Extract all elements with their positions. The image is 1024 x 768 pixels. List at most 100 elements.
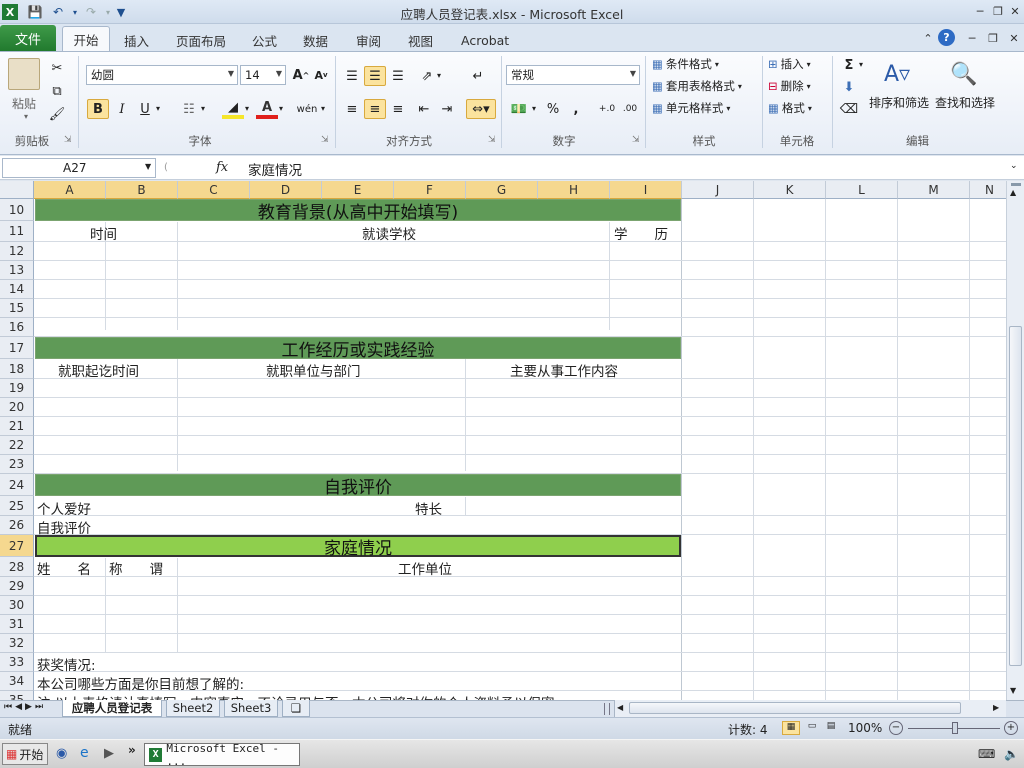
tab-review[interactable]: 审阅 xyxy=(350,29,387,51)
row-header[interactable]: 31 xyxy=(0,615,34,634)
formula-input[interactable]: 家庭情况 xyxy=(248,159,302,179)
volume-tray-icon[interactable]: 🔈 xyxy=(1004,747,1019,761)
formula-bar-collapse-icon[interactable]: ( xyxy=(164,162,168,173)
fill-color-dropdown-icon[interactable]: ▾ xyxy=(245,104,249,113)
copy-icon[interactable]: ⧉ xyxy=(46,81,68,101)
row-header[interactable]: 13 xyxy=(0,261,34,280)
vertical-scrollbar[interactable]: ▲ ▼ xyxy=(1006,181,1024,700)
start-button[interactable]: ▦ 开始 xyxy=(2,743,48,765)
normal-view-icon[interactable]: ▦ xyxy=(782,721,800,735)
tab-insert[interactable]: 插入 xyxy=(118,29,155,51)
align-top-icon[interactable]: ☰ xyxy=(341,66,363,86)
cell-work-content[interactable]: 主要从事工作内容 xyxy=(510,360,618,380)
column-header[interactable]: L xyxy=(826,181,898,199)
borders-dropdown-icon[interactable]: ▾ xyxy=(201,104,205,113)
delete-cells-button[interactable]: ⊟ 删除 ▾ xyxy=(768,76,811,96)
row-header[interactable]: 35 xyxy=(0,691,34,700)
merge-center-icon[interactable]: ⇔▾ xyxy=(466,99,496,119)
tab-formulas[interactable]: 公式 xyxy=(246,29,283,51)
row-header[interactable]: 29 xyxy=(0,577,34,596)
ie-icon[interactable]: e xyxy=(80,745,89,761)
decrease-decimal-icon[interactable]: .00 xyxy=(619,99,641,119)
alignment-launcher-icon[interactable]: ⇲ xyxy=(488,135,496,145)
underline-button[interactable]: U xyxy=(134,99,156,119)
insert-cells-button[interactable]: ⊞ 插入 ▾ xyxy=(768,54,811,74)
orientation-icon[interactable]: ⇗ xyxy=(416,66,438,86)
sort-filter-icon[interactable]: A▿ xyxy=(880,58,914,90)
sort-filter-button[interactable]: 排序和筛选 xyxy=(869,94,929,111)
tab-data[interactable]: 数据 xyxy=(297,29,334,51)
conditional-format-button[interactable]: ▦ 条件格式 ▾ xyxy=(652,54,719,74)
section-header-work[interactable]: 工作经历或实践经验 xyxy=(35,337,681,361)
cell-specialty[interactable]: 特长 xyxy=(415,498,442,518)
cell-time[interactable]: 时间 xyxy=(90,223,117,243)
cell-note[interactable]: 注:以上表格请认真填写，内容真实，不论录用与否，本公司将对你的个人资料予以保密 xyxy=(37,692,555,700)
row-header[interactable]: 12 xyxy=(0,242,34,261)
row-header[interactable]: 24 xyxy=(0,474,34,496)
cut-icon[interactable]: ✂ xyxy=(46,58,68,78)
vertical-scroll-thumb[interactable] xyxy=(1009,326,1022,666)
row-header[interactable]: 17 xyxy=(0,337,34,359)
align-middle-icon[interactable]: ☰ xyxy=(364,66,386,86)
column-header[interactable]: B xyxy=(106,181,178,199)
shrink-font-icon[interactable]: Av xyxy=(310,65,332,85)
column-header[interactable]: F xyxy=(394,181,466,199)
paste-button[interactable]: 粘贴 xyxy=(12,95,36,112)
accounting-dropdown-icon[interactable]: ▾ xyxy=(532,104,536,113)
row-header[interactable]: 26 xyxy=(0,516,34,535)
name-box-dropdown-icon[interactable]: ▼ xyxy=(145,162,151,171)
tab-view[interactable]: 视图 xyxy=(402,29,439,51)
cell-title[interactable]: 称 谓 xyxy=(109,558,163,578)
sheet-tab-active[interactable]: 应聘人员登记表 xyxy=(62,700,162,717)
zoom-in-icon[interactable]: + xyxy=(1004,721,1018,735)
column-header[interactable]: D xyxy=(250,181,322,199)
font-size-select[interactable]: 14 ▼ xyxy=(240,65,286,85)
clipboard-launcher-icon[interactable]: ⇲ xyxy=(64,135,72,145)
row-header[interactable]: 23 xyxy=(0,455,34,474)
cell-questions[interactable]: 本公司哪些方面是你目前想了解的: xyxy=(37,673,244,693)
row-header[interactable]: 19 xyxy=(0,379,34,398)
name-box[interactable]: A27 xyxy=(2,158,156,178)
number-launcher-icon[interactable]: ⇲ xyxy=(632,135,640,145)
wrap-text-icon[interactable]: ↵ xyxy=(467,66,489,86)
autosum-button[interactable]: Σ xyxy=(838,55,860,75)
align-right-icon[interactable]: ≡ xyxy=(387,99,409,119)
cell-work-period[interactable]: 就职起讫时间 xyxy=(58,360,139,380)
section-header-education[interactable]: 教育背景(从高中开始填写) xyxy=(35,199,681,223)
row-header[interactable]: 15 xyxy=(0,299,34,318)
scroll-down-icon[interactable]: ▼ xyxy=(1010,686,1016,695)
page-layout-view-icon[interactable]: ▭ xyxy=(803,721,821,735)
column-header[interactable]: I xyxy=(610,181,682,199)
decrease-indent-icon[interactable]: ⇤ xyxy=(413,99,435,119)
column-header[interactable]: J xyxy=(682,181,754,199)
fill-icon[interactable]: ⬇ xyxy=(838,77,860,97)
tab-acrobat[interactable]: Acrobat xyxy=(455,29,515,51)
row-header[interactable]: 30 xyxy=(0,596,34,615)
horizontal-scrollbar[interactable]: ◀ ▶ xyxy=(614,700,1006,717)
row-header[interactable]: 18 xyxy=(0,359,34,379)
close-icon[interactable]: ✕ xyxy=(1005,3,1024,19)
column-header[interactable]: H xyxy=(538,181,610,199)
media-icon[interactable]: ▶ xyxy=(104,746,114,761)
row-header[interactable]: 10 xyxy=(0,199,34,221)
scroll-up-icon[interactable]: ▲ xyxy=(1010,188,1016,197)
row-header[interactable]: 32 xyxy=(0,634,34,653)
quicklaunch-icon[interactable]: ◉ xyxy=(56,746,67,761)
accounting-format-icon[interactable]: 💵 xyxy=(508,99,530,119)
select-all-corner[interactable] xyxy=(0,181,34,199)
quicklaunch-overflow-icon[interactable]: » xyxy=(128,743,136,757)
expand-formula-bar-icon[interactable]: ⌄ xyxy=(1010,161,1018,171)
column-header[interactable]: N xyxy=(970,181,1006,199)
percent-style-button[interactable]: % xyxy=(542,99,564,119)
cell-family-unit[interactable]: 工作单位 xyxy=(398,558,452,578)
number-format-select[interactable]: 常规 ▼ xyxy=(506,65,640,85)
file-tab[interactable]: 文件 xyxy=(0,25,56,51)
row-header-selected[interactable]: 27 xyxy=(0,535,34,557)
sheet-tab[interactable]: Sheet3 xyxy=(224,700,278,717)
row-header[interactable]: 28 xyxy=(0,557,34,577)
workbook-close-icon[interactable]: ✕ xyxy=(1004,30,1024,46)
sheet-tab[interactable]: Sheet2 xyxy=(166,700,220,717)
format-as-table-button[interactable]: ▦ 套用表格格式 ▾ xyxy=(652,76,742,96)
find-select-button[interactable]: 查找和选择 xyxy=(935,94,995,111)
taskbar-excel-button[interactable]: X Microsoft Excel - ... xyxy=(144,742,300,768)
